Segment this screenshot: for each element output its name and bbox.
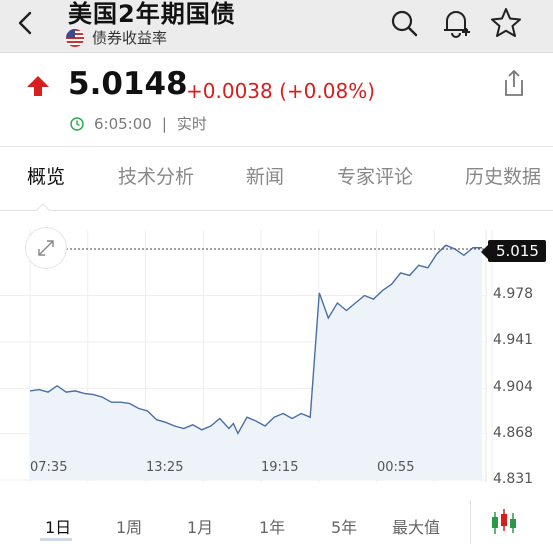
active-period-indicator [40, 538, 72, 541]
tab-historical-data[interactable]: 历史数据 [465, 162, 541, 189]
y-tick-label: 4.978 [493, 286, 534, 302]
us-flag-icon [66, 28, 84, 47]
period-1y[interactable]: 1年 [259, 514, 285, 538]
tab-bar: 概览 技术分析 新闻 专家评论 历史数据 [0, 162, 553, 200]
price-up-arrow-icon [27, 76, 49, 96]
current-price-tag: 5.015 [481, 240, 546, 262]
chart-area-fill [30, 245, 482, 480]
favorite-star-icon[interactable] [490, 6, 522, 40]
time-separator: | [161, 114, 167, 133]
x-tick-label: 19:15 [261, 460, 299, 475]
y-tick-label: 4.831 [493, 471, 534, 487]
period-1m[interactable]: 1月 [187, 514, 213, 538]
x-tick-label: 07:35 [30, 460, 68, 475]
x-tick-label: 13:25 [146, 460, 184, 475]
clock-icon [70, 116, 84, 131]
candlestick-icon [492, 509, 516, 534]
quote-time: 6:05:00 [94, 114, 152, 133]
share-icon[interactable] [500, 68, 528, 98]
quote-time-row: 6:05:00 | 实时 [70, 113, 207, 134]
divider [0, 146, 553, 147]
tab-technical-analysis[interactable]: 技术分析 [118, 162, 194, 189]
y-tick-label: 4.868 [493, 425, 534, 441]
subtitle-row: 债券收益率 [66, 27, 167, 48]
page-subtitle: 债券收益率 [92, 29, 168, 47]
expand-chart-button[interactable] [26, 228, 66, 268]
price-chart[interactable] [0, 212, 553, 502]
y-tick-label: 4.904 [493, 379, 534, 395]
back-arrow-icon[interactable] [12, 8, 40, 38]
add-alert-bell-icon[interactable] [440, 6, 472, 40]
candlestick-toggle-button[interactable] [470, 500, 551, 544]
active-tab-caret-icon [36, 203, 50, 211]
current-price: 5.0148 [68, 66, 188, 102]
top-bar: 美国2年期国债 债券收益率 [0, 0, 553, 53]
price-change: +0.0038 (+0.08%) [186, 79, 375, 103]
realtime-label: 实时 [176, 115, 207, 133]
period-max[interactable]: 最大值 [392, 514, 440, 538]
page-title: 美国2年期国债 [68, 0, 236, 28]
tab-overview[interactable]: 概览 [27, 162, 65, 189]
y-tick-label: 4.941 [493, 332, 534, 348]
period-1d[interactable]: 1日 [45, 514, 71, 538]
tab-expert-comments[interactable]: 专家评论 [337, 162, 413, 189]
tabs-divider [0, 210, 553, 211]
expand-arrows-icon [38, 240, 54, 256]
period-1w[interactable]: 1周 [116, 514, 142, 538]
x-tick-label: 00:55 [377, 460, 415, 475]
period-5y[interactable]: 5年 [331, 514, 357, 538]
tab-news[interactable]: 新闻 [246, 162, 284, 189]
search-icon[interactable] [388, 6, 420, 40]
